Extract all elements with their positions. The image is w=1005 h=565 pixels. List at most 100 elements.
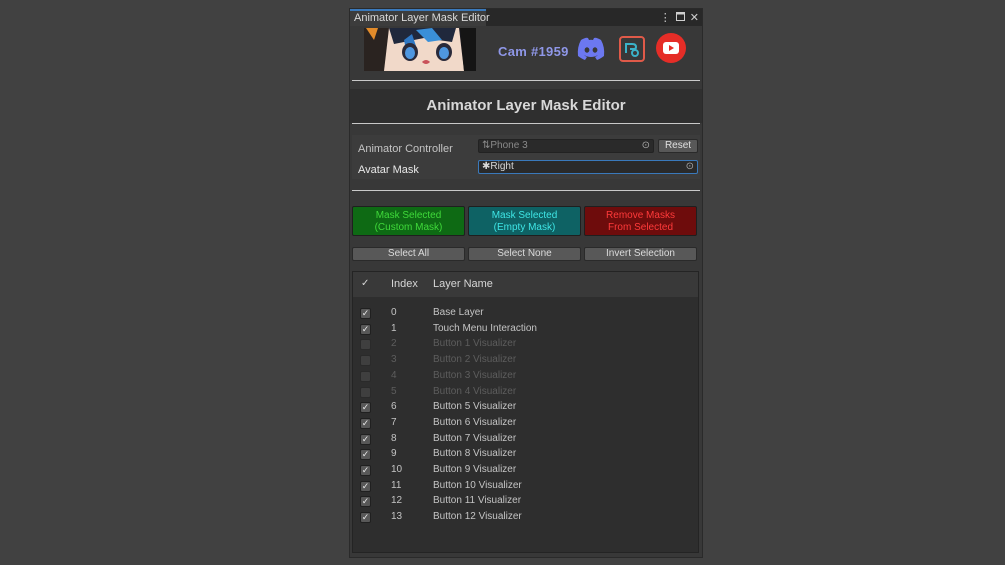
booth-icon[interactable] bbox=[618, 35, 646, 63]
layer-checkbox[interactable]: ✓ bbox=[360, 449, 371, 461]
layer-name: Button 12 Visualizer bbox=[433, 511, 522, 523]
layer-index: 4 bbox=[391, 369, 397, 381]
layer-index: 6 bbox=[391, 401, 397, 413]
table-row[interactable]: ✓ 1 Touch Menu Interaction bbox=[353, 322, 698, 337]
layer-index: 10 bbox=[391, 464, 403, 475]
animator-controller-field[interactable]: ⇅Phone 3 ⊙ bbox=[478, 139, 654, 153]
layer-checkbox[interactable]: ✓ bbox=[360, 512, 371, 524]
avatar-mask-value: Right bbox=[490, 161, 514, 172]
divider bbox=[352, 190, 700, 191]
layer-name: Button 9 Visualizer bbox=[433, 464, 517, 475]
animator-controller-label: Animator Controller bbox=[358, 143, 453, 155]
table-row[interactable]: ✓ 11 Button 10 Visualizer bbox=[353, 479, 698, 494]
layer-index: 3 bbox=[391, 354, 397, 366]
layer-index: 5 bbox=[391, 385, 397, 397]
mask-empty-line2: (Empty Mask) bbox=[493, 222, 556, 233]
table-row[interactable]: 3 Button 2 Visualizer bbox=[353, 353, 698, 368]
mask-empty-line1: Mask Selected bbox=[491, 210, 558, 221]
layer-index: 7 bbox=[391, 416, 397, 428]
layer-index: 11 bbox=[391, 479, 402, 491]
layer-checkbox[interactable]: ✓ bbox=[360, 417, 371, 429]
mask-selected-custom-button[interactable]: Mask Selected (Custom Mask) bbox=[352, 206, 465, 236]
layer-index: 2 bbox=[391, 338, 397, 350]
layer-name: Button 10 Visualizer bbox=[433, 479, 522, 491]
invert-selection-button[interactable]: Invert Selection bbox=[584, 247, 697, 261]
table-row[interactable]: ✓ 0 Base Layer bbox=[353, 306, 698, 321]
table-row[interactable]: ✓ 8 Button 7 Visualizer bbox=[353, 432, 698, 447]
avatar-banner bbox=[364, 28, 476, 71]
check-column-header[interactable]: ✓ bbox=[361, 278, 369, 289]
object-picker-icon[interactable]: ⊙ bbox=[686, 161, 694, 173]
youtube-icon[interactable] bbox=[655, 32, 687, 64]
fields-panel: Animator Controller ⇅Phone 3 ⊙ Reset Ava… bbox=[352, 135, 700, 179]
layer-index: 12 bbox=[391, 495, 403, 507]
layer-checkbox[interactable] bbox=[360, 370, 371, 382]
layer-checkbox[interactable] bbox=[360, 355, 371, 367]
discord-icon[interactable] bbox=[576, 36, 606, 62]
table-row[interactable]: ✓ 12 Button 11 Visualizer bbox=[353, 494, 698, 509]
reset-button[interactable]: Reset bbox=[658, 139, 698, 153]
layer-checkbox[interactable]: ✓ bbox=[360, 308, 371, 319]
layer-name: Base Layer bbox=[433, 307, 484, 318]
remove-line1: Remove Masks bbox=[606, 210, 675, 221]
layer-name: Button 7 Visualizer bbox=[433, 432, 517, 444]
avatar-mask-label: Avatar Mask bbox=[358, 164, 419, 176]
mask-selected-empty-button[interactable]: Mask Selected (Empty Mask) bbox=[468, 206, 581, 236]
layer-name: Button 5 Visualizer bbox=[433, 401, 517, 413]
layer-name: Button 3 Visualizer bbox=[433, 369, 517, 381]
table-row[interactable]: ✓ 9 Button 8 Visualizer bbox=[353, 447, 698, 462]
remove-line2: From Selected bbox=[607, 222, 674, 233]
layer-checkbox[interactable]: ✓ bbox=[360, 433, 371, 445]
maximize-icon[interactable] bbox=[675, 11, 685, 25]
layer-name: Touch Menu Interaction bbox=[433, 322, 537, 334]
mask-custom-line1: Mask Selected bbox=[375, 210, 442, 221]
tab-bar: Animator Layer Mask Editor ⋮ ✕ bbox=[350, 9, 702, 26]
layer-index: 1 bbox=[391, 322, 397, 334]
avatar-mask-field[interactable]: ✱Right ⊙ bbox=[478, 160, 698, 174]
table-row[interactable]: ✓ 13 Button 12 Visualizer bbox=[353, 510, 698, 525]
layer-checkbox[interactable]: ✓ bbox=[360, 480, 371, 492]
header-area: Cam #1959 bbox=[350, 26, 702, 81]
divider bbox=[352, 123, 700, 124]
table-row[interactable]: ✓ 10 Button 9 Visualizer bbox=[353, 463, 698, 478]
mask-custom-line2: (Custom Mask) bbox=[374, 222, 443, 233]
window-controls: ⋮ ✕ bbox=[660, 10, 699, 25]
layer-index: 0 bbox=[391, 307, 397, 318]
select-none-button[interactable]: Select None bbox=[468, 247, 581, 261]
table-row[interactable]: ✓ 7 Button 6 Visualizer bbox=[353, 416, 698, 431]
animator-controller-value: Phone 3 bbox=[490, 140, 528, 151]
layer-name: Button 4 Visualizer bbox=[433, 385, 517, 397]
table-row[interactable]: 2 Button 1 Visualizer bbox=[353, 337, 698, 352]
index-column-header: Index bbox=[391, 278, 418, 290]
close-icon[interactable]: ✕ bbox=[690, 11, 699, 25]
table-row[interactable]: 5 Button 4 Visualizer bbox=[353, 385, 698, 400]
layer-checkbox[interactable]: ✓ bbox=[360, 496, 371, 508]
layer-index: 9 bbox=[391, 448, 397, 460]
layer-name-column-header: Layer Name bbox=[433, 278, 493, 290]
divider bbox=[352, 80, 700, 81]
layer-checkbox[interactable]: ✓ bbox=[360, 323, 371, 335]
layer-checkbox[interactable] bbox=[360, 339, 371, 351]
remove-masks-button[interactable]: Remove Masks From Selected bbox=[584, 206, 697, 236]
layer-name: Button 1 Visualizer bbox=[433, 338, 517, 350]
layer-name: Button 8 Visualizer bbox=[433, 448, 517, 460]
tab-animator-layer-mask-editor[interactable]: Animator Layer Mask Editor bbox=[350, 9, 490, 26]
table-row[interactable]: 4 Button 3 Visualizer bbox=[353, 369, 698, 384]
table-header: ✓ Index Layer Name bbox=[353, 272, 698, 297]
kebab-menu-icon[interactable]: ⋮ bbox=[660, 11, 671, 25]
layer-name: Button 11 Visualizer bbox=[433, 495, 522, 507]
editor-window: Animator Layer Mask Editor ⋮ ✕ Cam #1959… bbox=[350, 9, 702, 557]
layer-checkbox[interactable] bbox=[360, 386, 371, 398]
layer-name: Button 2 Visualizer bbox=[433, 354, 517, 366]
layer-table: ✓ Index Layer Name ✓ 0 Base Layer ✓ 1 Touch M… bbox=[352, 271, 699, 553]
page-title: Animator Layer Mask Editor bbox=[350, 89, 702, 123]
select-all-button[interactable]: Select All bbox=[352, 247, 465, 261]
layer-index: 13 bbox=[391, 511, 403, 523]
layer-checkbox[interactable]: ✓ bbox=[360, 402, 371, 414]
cam-label: Cam #1959 bbox=[498, 44, 569, 59]
object-picker-icon[interactable]: ⊙ bbox=[642, 140, 650, 152]
layer-checkbox[interactable]: ✓ bbox=[360, 465, 371, 476]
layer-index: 8 bbox=[391, 432, 397, 444]
table-row[interactable]: ✓ 6 Button 5 Visualizer bbox=[353, 400, 698, 415]
layer-name: Button 6 Visualizer bbox=[433, 416, 517, 428]
